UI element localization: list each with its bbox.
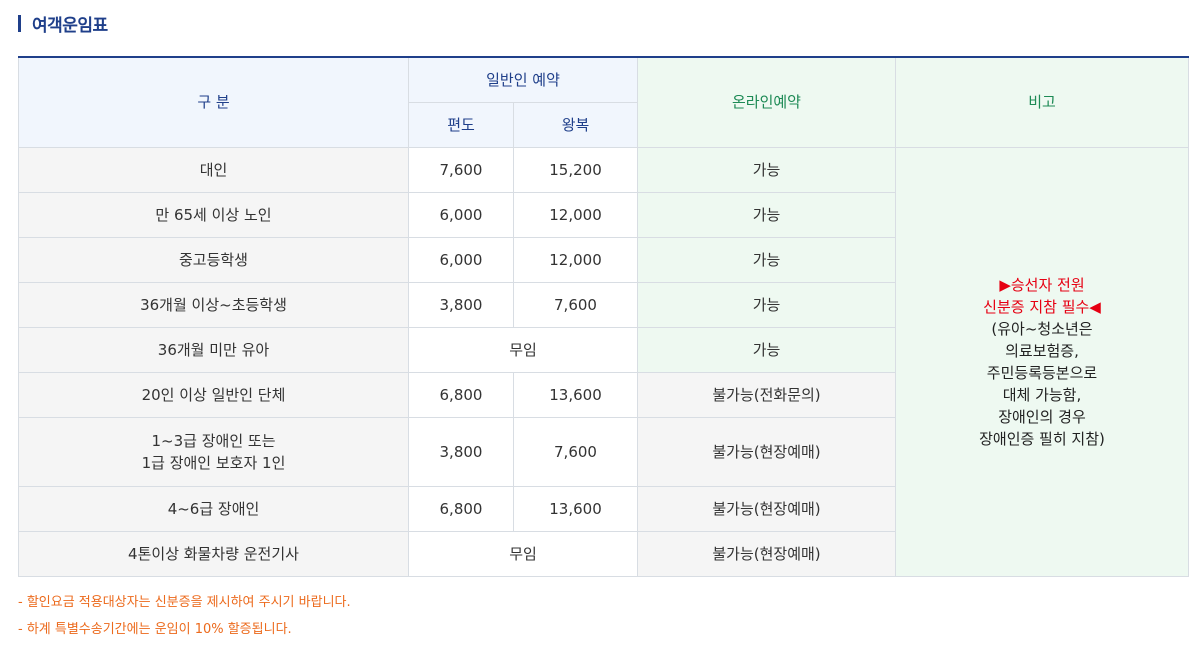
row-online-status: 가능 — [637, 236, 896, 283]
row-free-fare: 무임 — [408, 326, 638, 373]
row-oneway-fare: 7,600 — [408, 146, 514, 193]
note-line: ▶승선자 전원 — [999, 275, 1085, 294]
row-online-status: 가능 — [637, 326, 896, 373]
table-row: 대인 7,600 15,200 가능 ▶승선자 전원 신분증 지참 필수◀ (유… — [18, 146, 1189, 577]
row-roundtrip-fare: 12,000 — [513, 191, 638, 238]
row-free-fare: 무임 — [408, 530, 638, 577]
row-category: 1~3급 장애인 또는 1급 장애인 보호자 1인 — [18, 416, 409, 487]
row-online-status: 불가능(현장예매) — [637, 530, 896, 577]
row-roundtrip-fare: 7,600 — [513, 416, 638, 487]
note-line: 주민등록등본으로 — [986, 363, 1098, 382]
note-cell: ▶승선자 전원 신분증 지참 필수◀ (유아~청소년은 의료보험증, 주민등록등… — [895, 146, 1189, 577]
note-line: (유아~청소년은 — [991, 319, 1093, 338]
note-line: 장애인증 필히 지참) — [979, 429, 1105, 448]
fare-table: 구 분 일반인 예약 온라인예약 비고 편도 왕복 대인 7,600 15,20… — [18, 56, 1189, 577]
header-note: 비고 — [895, 56, 1189, 148]
footnotes: - 할인요금 적용대상자는 신분증을 제시하여 주시기 바랍니다. - 하계 특… — [18, 592, 351, 646]
row-roundtrip-fare: 15,200 — [513, 146, 638, 193]
row-online-status: 가능 — [637, 146, 896, 193]
row-category: 20인 이상 일반인 단체 — [18, 371, 409, 418]
row-oneway-fare: 6,800 — [408, 371, 514, 418]
row-roundtrip-fare: 13,600 — [513, 371, 638, 418]
row-oneway-fare: 3,800 — [408, 281, 514, 328]
header-general-reservation: 일반인 예약 — [408, 56, 638, 103]
row-category: 4톤이상 화물차량 운전기사 — [18, 530, 409, 577]
header-category: 구 분 — [18, 56, 409, 148]
row-category: 만 65세 이상 노인 — [18, 191, 409, 238]
row-online-status: 가능 — [637, 191, 896, 238]
header-roundtrip: 왕복 — [513, 101, 638, 148]
row-category-line: 1~3급 장애인 또는 — [151, 431, 276, 450]
footnote: - 할인요금 적용대상자는 신분증을 제시하여 주시기 바랍니다. — [18, 595, 351, 610]
row-category: 중고등학생 — [18, 236, 409, 283]
header-oneway: 편도 — [408, 101, 514, 148]
row-roundtrip-fare: 13,600 — [513, 485, 638, 532]
row-category: 36개월 이상~초등학생 — [18, 281, 409, 328]
row-category-line: 1급 장애인 보호자 1인 — [141, 453, 286, 472]
note-line: 의료보험증, — [1005, 341, 1079, 360]
row-oneway-fare: 6,800 — [408, 485, 514, 532]
row-online-status: 불가능(현장예매) — [637, 416, 896, 487]
row-oneway-fare: 3,800 — [408, 416, 514, 487]
header-online-reservation: 온라인예약 — [637, 56, 896, 148]
footnote: - 하계 특별수송기간에는 운임이 10% 할증됩니다. — [18, 622, 292, 637]
row-roundtrip-fare: 7,600 — [513, 281, 638, 328]
note-line: 신분증 지참 필수◀ — [983, 297, 1101, 316]
row-online-status: 가능 — [637, 281, 896, 328]
row-online-status: 불가능(전화문의) — [637, 371, 896, 418]
section-title-wrap: 여객운임표 — [18, 10, 108, 36]
row-roundtrip-fare: 12,000 — [513, 236, 638, 283]
row-category: 4~6급 장애인 — [18, 485, 409, 532]
row-oneway-fare: 6,000 — [408, 236, 514, 283]
row-oneway-fare: 6,000 — [408, 191, 514, 238]
note-line: 장애인의 경우 — [998, 407, 1086, 426]
row-online-status: 불가능(현장예매) — [637, 485, 896, 532]
note-line: 대체 가능함, — [1002, 385, 1082, 404]
row-category: 대인 — [18, 146, 409, 193]
title-bar-marker — [18, 14, 21, 32]
section-title: 여객운임표 — [32, 15, 108, 36]
row-category: 36개월 미만 유아 — [18, 326, 409, 373]
